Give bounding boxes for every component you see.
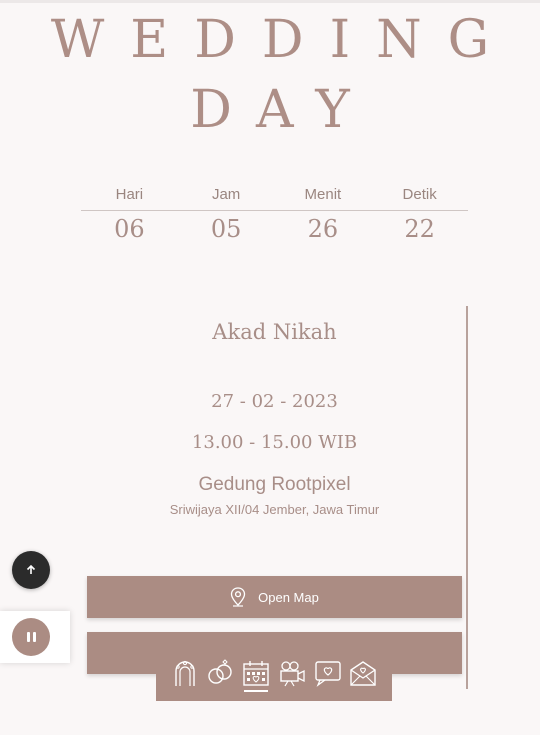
nav-item-gallery[interactable] (277, 656, 307, 696)
event-date: 27 - 02 - 2023 (211, 391, 338, 412)
music-control-panel (0, 611, 70, 663)
countdown-label-hours: Jam (211, 186, 241, 203)
nav-item-event[interactable] (241, 656, 271, 696)
arrow-up-icon (26, 564, 36, 574)
venue-name: Gedung Rootpixel (198, 474, 351, 495)
map-pin-icon (230, 587, 246, 607)
countdown-value-days: 06 (114, 215, 145, 243)
countdown: Hari Jam Menit Detik 06 05 26 22 (81, 183, 468, 243)
open-map-label: Open Map (258, 589, 319, 605)
hero-title-line-1: WEDDING (50, 10, 516, 70)
rings-icon (208, 659, 233, 684)
top-divider (0, 0, 540, 3)
music-pause-button[interactable] (12, 618, 50, 656)
event-side-rule (466, 306, 468, 689)
nav-item-ceremony[interactable] (170, 656, 200, 696)
ceremony-arch-icon (175, 660, 195, 686)
love-chat-icon (314, 661, 341, 687)
love-letter-icon (350, 661, 376, 686)
venue-address: Sriwijaya XII/04 Jember, Jawa Timur (169, 502, 380, 517)
nav-item-couple[interactable] (205, 656, 235, 696)
countdown-label-days: Hari (115, 186, 144, 203)
nav-item-gift[interactable] (348, 656, 378, 696)
countdown-value-seconds: 22 (404, 215, 435, 243)
calendar-icon (243, 661, 269, 686)
countdown-label-minutes: Menit (304, 186, 342, 203)
countdown-value-hours: 05 (210, 215, 242, 243)
nav-item-wishes[interactable] (313, 656, 343, 696)
bottom-nav (156, 650, 392, 701)
camera-icon (280, 661, 305, 687)
scroll-top-button[interactable] (12, 551, 50, 589)
pause-icon (26, 632, 30, 642)
countdown-label-seconds: Detik (402, 186, 437, 203)
event-title: Akad Nikah (212, 320, 337, 344)
open-map-button[interactable]: Open Map (87, 576, 462, 618)
hero-title-line-2: DAY (190, 80, 374, 140)
countdown-value-minutes: 26 (307, 215, 339, 243)
event-time: 13.00 - 15.00 WIB (191, 432, 358, 453)
